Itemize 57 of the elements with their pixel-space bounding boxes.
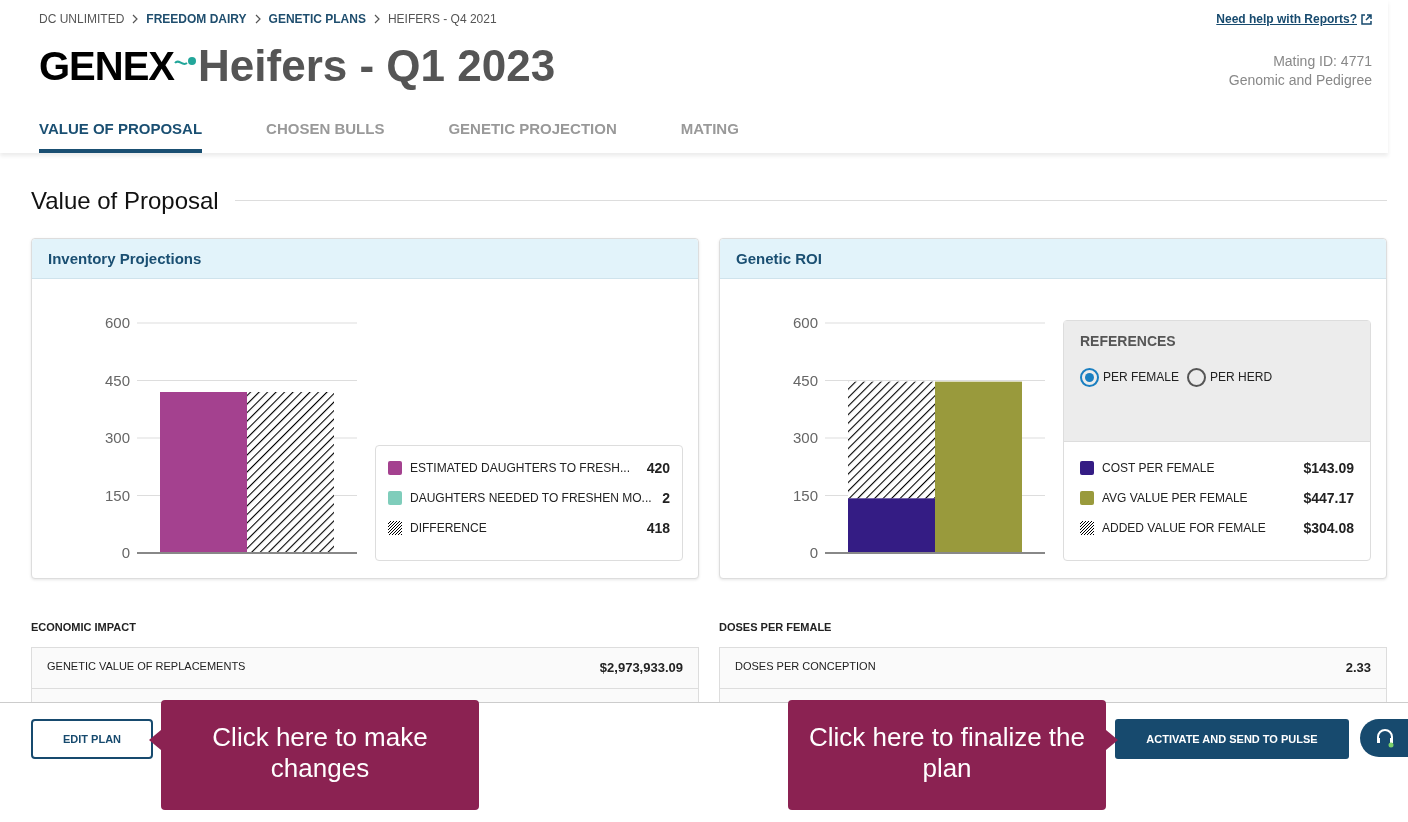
breadcrumb-link[interactable]: FREEDOM DAIRY (146, 10, 247, 28)
mating-type: Genomic and Pedigree (1228, 70, 1372, 90)
legend-value: 2 (662, 488, 670, 508)
breadcrumb-link[interactable]: DC UNLIMITED (39, 10, 125, 28)
chevron-icon (372, 14, 381, 24)
logo-swoosh-icon (174, 56, 199, 68)
legend-label: ESTIMATED DAUGHTERS TO FRESH... (410, 460, 631, 477)
legend-value: 418 (646, 518, 670, 538)
y-tick: 0 (121, 543, 130, 561)
y-tick: 300 (792, 428, 818, 446)
callout-pointer-icon (149, 730, 161, 750)
y-tick: 150 (104, 486, 130, 503)
legend-value: $304.08 (1303, 518, 1354, 538)
plan-title: Heifers - Q1 2023 (198, 44, 556, 88)
legend-value: $447.17 (1303, 488, 1354, 508)
references-title: REFERENCES (1080, 331, 1177, 351)
y-tick: 450 (792, 371, 818, 388)
logo-text: GENEX (39, 46, 175, 86)
y-tick: 0 (809, 543, 818, 561)
legend-value: $143.09 (1303, 458, 1354, 478)
legend-label: DIFFERENCE (410, 520, 487, 537)
activate-button[interactable]: ACTIVATE AND SEND TO PULSE (1115, 719, 1349, 759)
mating-id: Mating ID: 4771 (1272, 52, 1372, 71)
table-title: ECONOMIC IMPACT (31, 619, 137, 635)
y-tick: 150 (792, 486, 818, 503)
legend-value: 420 (646, 458, 670, 478)
y-tick: 600 (104, 313, 130, 331)
legend-label: COST PER FEMALE (1102, 460, 1215, 477)
table-title: DOSES PER FEMALE (719, 619, 833, 635)
table-cell-text: $2,973,933.09 (599, 659, 683, 677)
card-title: Genetic ROI (720, 238, 1386, 279)
legend-label: AVG VALUE PER FEMALE (1102, 490, 1248, 507)
legend-label: ADDED VALUE FOR FEMALE (1102, 520, 1266, 537)
tab[interactable]: VALUE OF PROPOSAL (39, 118, 203, 153)
table-cell-text: GENETIC VALUE OF REPLACEMENTS (47, 659, 246, 674)
callout-tooltip: Click here to finalize the plan (788, 700, 1106, 810)
y-tick: 300 (104, 428, 130, 446)
callout-pointer-icon (1106, 730, 1118, 750)
section-title: Value of Proposal (31, 185, 219, 216)
y-tick: 600 (792, 313, 818, 331)
breadcrumb-link[interactable]: GENETIC PLANS (268, 10, 366, 28)
table-cell-text: DOSES PER CONCEPTION (735, 659, 876, 674)
radio-option[interactable]: PER HERD (1187, 367, 1273, 387)
breadcrumb-link[interactable]: HEIFERS - Q4 2021 (387, 10, 497, 28)
callout-tooltip: Click here to make changes (161, 700, 479, 810)
table-cell-text: 2.33 (1345, 659, 1371, 677)
support-button[interactable] (1360, 719, 1408, 757)
y-tick: 450 (104, 371, 130, 388)
radio-option[interactable]: PER FEMALE (1080, 367, 1180, 387)
headset-icon (1375, 728, 1395, 748)
card-title: Inventory Projections (32, 238, 698, 279)
help-link[interactable]: Need help with Reports? (1216, 10, 1372, 28)
chevron-icon (131, 14, 140, 24)
edit-plan-button[interactable]: EDIT PLAN (31, 719, 153, 759)
legend-label: DAUGHTERS NEEDED TO FRESHEN MO... (410, 490, 652, 507)
external-link-icon (1361, 13, 1372, 25)
chevron-icon (253, 14, 262, 24)
